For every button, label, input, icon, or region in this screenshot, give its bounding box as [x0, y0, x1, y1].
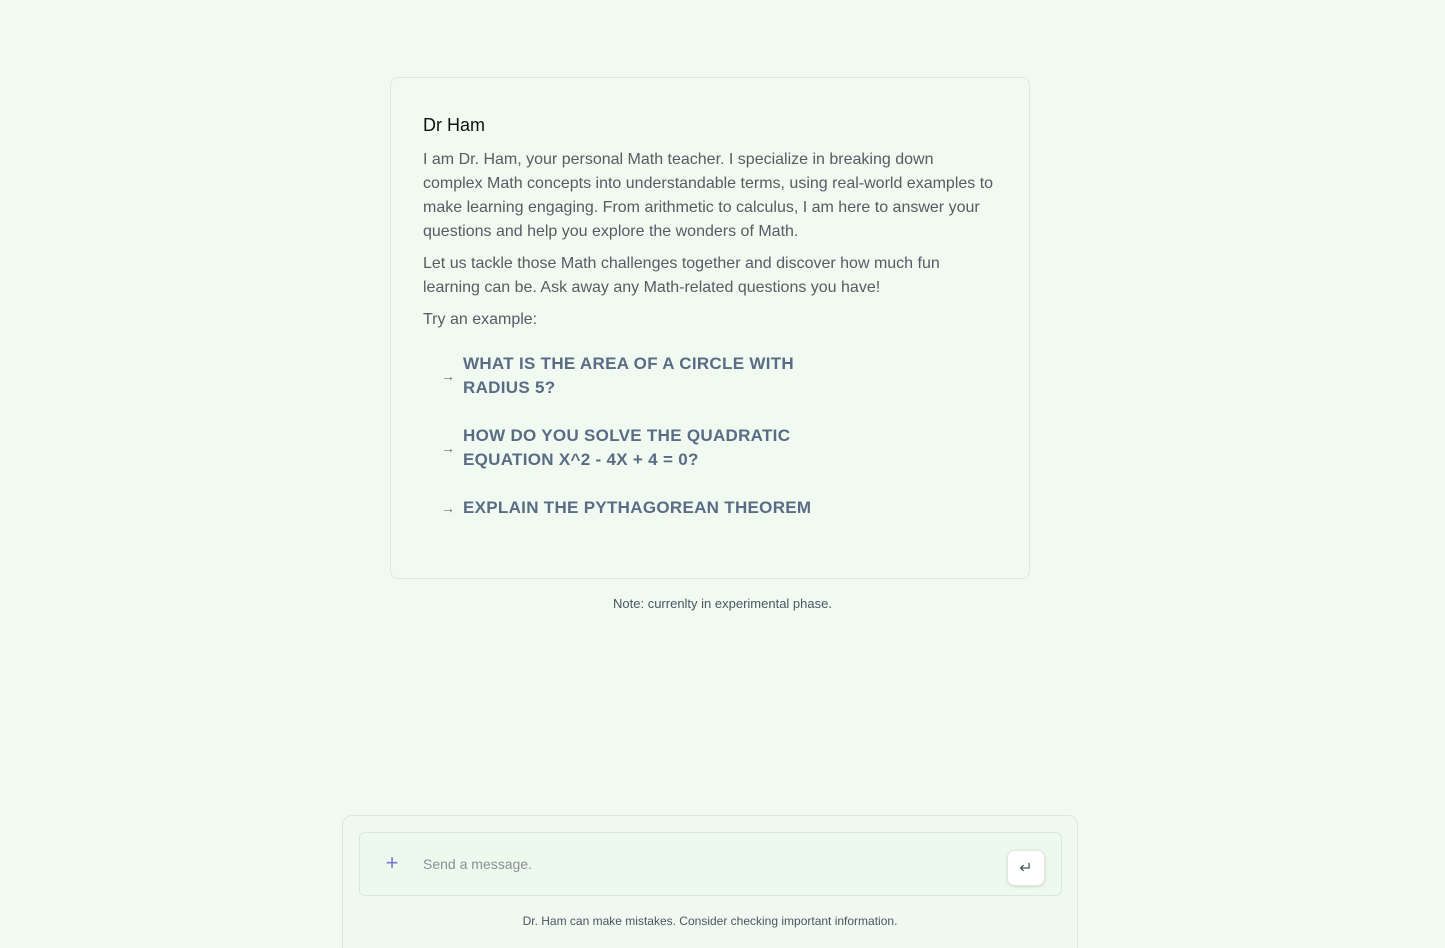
intro-card: Dr Ham I am Dr. Ham, your personal Math … [390, 77, 1030, 579]
example-prompt-label: EXPLAIN THE PYTHAGOREAN THEOREM [463, 498, 812, 517]
example-prompt-label: WHAT IS THE AREA OF A CIRCLE WITH RADIUS… [463, 354, 794, 397]
intro-invitation: Let us tackle those Math challenges toge… [423, 255, 940, 296]
arrow-right-icon: → [441, 368, 455, 384]
arrow-right-icon: → [441, 440, 455, 456]
message-composer: + ↵ Dr. Ham can make mistakes. Consider … [342, 815, 1078, 948]
intro-description: I am Dr. Ham, your personal Math teacher… [423, 151, 994, 240]
message-input[interactable] [423, 851, 983, 877]
example-prompt-quadratic[interactable]: → HOW DO YOU SOLVE THE QUADRATIC EQUATIO… [441, 424, 821, 472]
enter-icon: ↵ [1019, 860, 1033, 877]
disclaimer-text: Dr. Ham can make mistakes. Consider chec… [522, 914, 898, 928]
example-prompts: → WHAT IS THE AREA OF A CIRCLE WITH RADI… [423, 352, 997, 520]
message-input-row: + ↵ [359, 832, 1062, 896]
example-prompt-label: HOW DO YOU SOLVE THE QUADRATIC EQUATION … [463, 426, 791, 469]
assistant-name: Dr Ham [423, 115, 485, 135]
plus-icon[interactable]: + [380, 851, 404, 875]
arrow-right-icon: → [441, 500, 455, 516]
examples-heading: Try an example: [423, 311, 538, 328]
experimental-note: Note: currenlty in experimental phase. [613, 596, 832, 611]
send-button[interactable]: ↵ [1007, 850, 1045, 886]
example-prompt-pythagorean[interactable]: → EXPLAIN THE PYTHAGOREAN THEOREM [441, 496, 821, 520]
example-prompt-circle-area[interactable]: → WHAT IS THE AREA OF A CIRCLE WITH RADI… [441, 352, 821, 400]
